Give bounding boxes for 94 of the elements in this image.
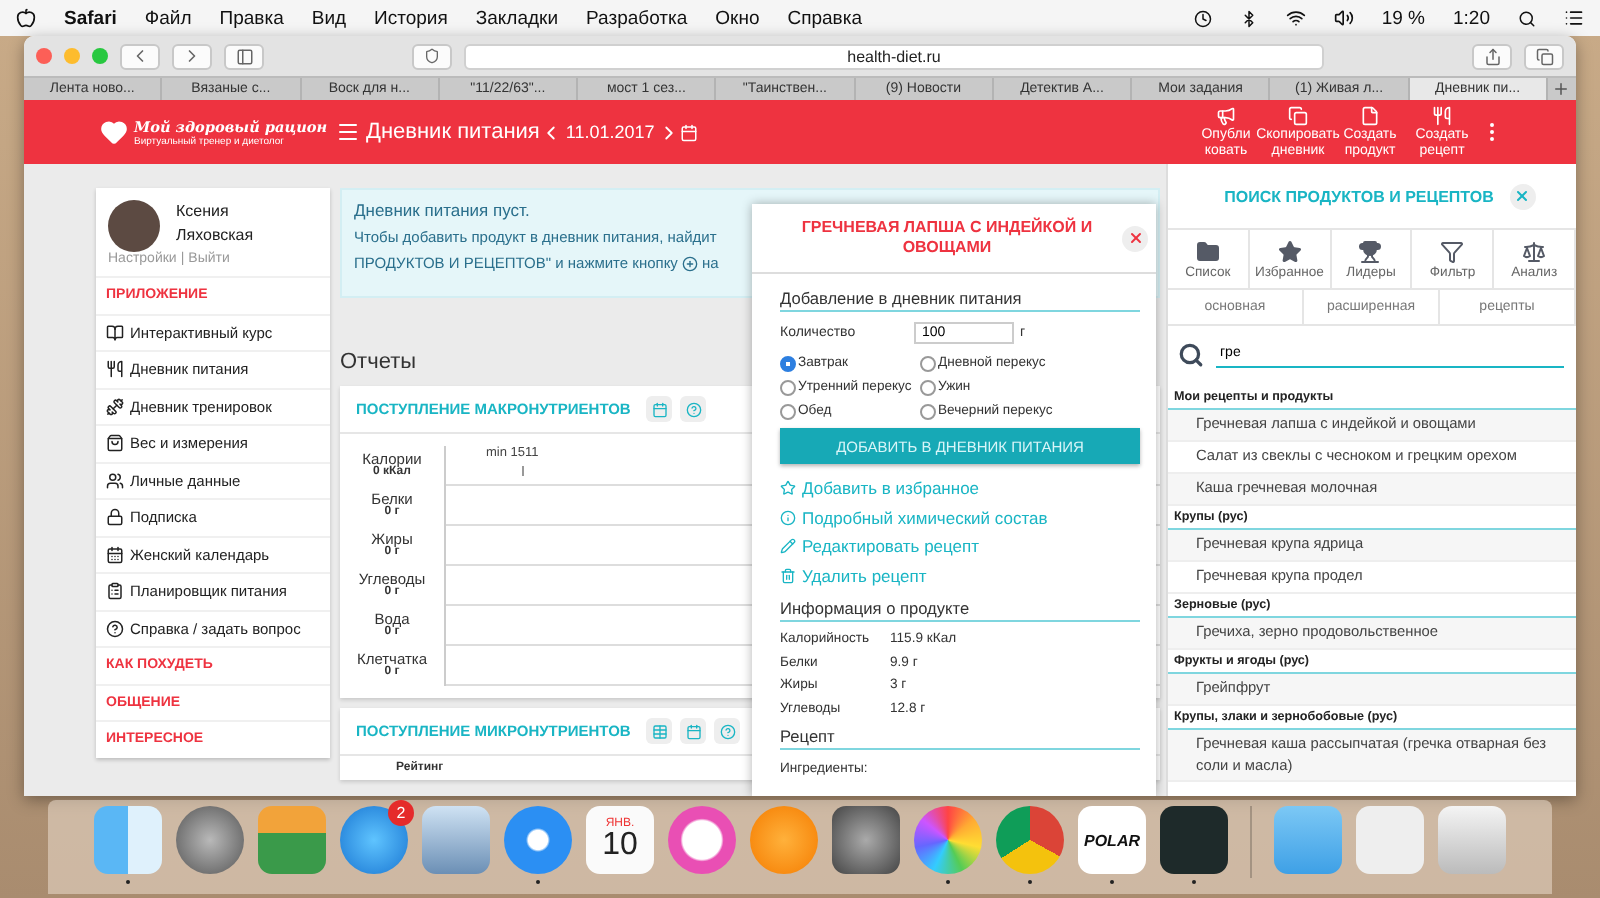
avatar-placeholder bbox=[108, 200, 160, 252]
menu-item[interactable]: Файл bbox=[144, 7, 192, 29]
wifi-icon[interactable] bbox=[1285, 8, 1306, 28]
section-title: Добавление в дневник питания bbox=[780, 288, 1140, 312]
radio-icon[interactable] bbox=[920, 403, 936, 419]
zoom-icon[interactable] bbox=[92, 48, 108, 64]
radio-icon[interactable] bbox=[780, 355, 796, 371]
search-icon[interactable] bbox=[1518, 9, 1536, 27]
radio-icon[interactable] bbox=[920, 355, 936, 371]
section-heading: Отчеты bbox=[340, 350, 417, 374]
sidebar-button[interactable] bbox=[224, 43, 264, 69]
tabs-button[interactable] bbox=[1524, 43, 1564, 69]
forward-button[interactable] bbox=[172, 43, 212, 69]
section-title: Информация о продукте bbox=[780, 598, 1140, 622]
calendar-icon bbox=[685, 723, 702, 739]
menu-item[interactable]: Разработка bbox=[586, 7, 688, 29]
star-icon bbox=[1277, 239, 1302, 263]
page-title: Дневник питания bbox=[366, 120, 540, 144]
radio-icon[interactable] bbox=[780, 403, 796, 419]
menu-item[interactable]: Вид bbox=[311, 7, 347, 29]
address-field[interactable]: health-diet.ru bbox=[464, 43, 1324, 69]
table-icon bbox=[651, 723, 668, 739]
help-icon bbox=[719, 723, 736, 739]
shield-icon bbox=[424, 48, 440, 64]
table-button[interactable] bbox=[646, 718, 673, 744]
trophy-icon bbox=[1358, 239, 1383, 263]
people-icon bbox=[106, 471, 124, 490]
info-icon bbox=[780, 509, 796, 526]
pencil-icon bbox=[780, 538, 796, 555]
fork-knife-icon bbox=[106, 360, 124, 379]
lock-icon bbox=[106, 508, 124, 527]
document-icon bbox=[1360, 106, 1380, 127]
back-button[interactable] bbox=[120, 43, 160, 69]
help-button[interactable] bbox=[680, 396, 707, 422]
user-name: Ксения Ляховская bbox=[176, 200, 256, 248]
scale-icon bbox=[1522, 239, 1547, 263]
list-icon[interactable] bbox=[1564, 8, 1584, 28]
close-icon[interactable] bbox=[36, 48, 52, 64]
menu-item[interactable]: Закладки bbox=[475, 7, 559, 29]
help-icon bbox=[106, 619, 124, 638]
menu-item[interactable]: Окно bbox=[715, 7, 760, 29]
day-number: 10 bbox=[602, 830, 638, 862]
panel-title: ПОИСК ПРОДУКТОВ И РЕЦЕПТОВ bbox=[1224, 187, 1494, 205]
battery-percent: 19 % bbox=[1381, 7, 1425, 29]
date-label: 11.01.2017 bbox=[565, 122, 655, 142]
share-button[interactable] bbox=[1472, 43, 1512, 69]
popup-title: ГРЕЧНЕВАЯ ЛАПША С ИНДЕЙКОЙ И ОВОЩАМИ bbox=[799, 218, 1095, 258]
close-icon bbox=[1127, 230, 1143, 246]
megaphone-icon bbox=[1216, 106, 1236, 127]
notification-badge: 2 bbox=[388, 800, 414, 826]
search-icon bbox=[1178, 341, 1204, 367]
copy-icon bbox=[1288, 106, 1308, 127]
heart-logo-icon bbox=[100, 118, 128, 146]
plus-icon bbox=[1552, 80, 1571, 98]
close-button[interactable] bbox=[1509, 183, 1536, 209]
help-button[interactable] bbox=[714, 718, 741, 744]
menu-item[interactable]: Safari bbox=[64, 7, 117, 29]
logo-tile-icon[interactable]: POLAR bbox=[1078, 806, 1146, 874]
share-icon bbox=[1483, 47, 1501, 65]
bag-icon bbox=[106, 434, 124, 453]
close-icon bbox=[1514, 188, 1531, 204]
clock-icon[interactable] bbox=[1193, 9, 1212, 27]
calendar-button[interactable] bbox=[646, 396, 673, 422]
star-icon bbox=[780, 480, 796, 497]
privacy-button[interactable] bbox=[412, 43, 452, 69]
menu-item[interactable]: Справка bbox=[787, 7, 863, 29]
section-title: Рецепт bbox=[780, 726, 1140, 750]
clock-time: 1:20 bbox=[1453, 7, 1490, 29]
menu-item[interactable]: Правка bbox=[219, 7, 284, 29]
menu-icon[interactable] bbox=[336, 120, 360, 144]
tabs-icon bbox=[1535, 47, 1553, 65]
dumbbell-icon bbox=[106, 397, 124, 416]
calendar-icon[interactable] bbox=[680, 123, 699, 141]
calendar-icon bbox=[106, 545, 124, 564]
close-button[interactable] bbox=[1122, 225, 1148, 251]
fork-knife-icon bbox=[1432, 106, 1452, 127]
speaker-icon[interactable] bbox=[1333, 8, 1354, 28]
calendar-button[interactable] bbox=[680, 718, 707, 744]
clipboard-icon bbox=[106, 582, 124, 601]
bluetooth-icon[interactable] bbox=[1239, 9, 1258, 27]
browser-circle-icon[interactable] bbox=[996, 806, 1064, 874]
help-icon bbox=[685, 401, 702, 417]
sidebar-icon bbox=[235, 47, 253, 65]
flower-icon[interactable] bbox=[914, 806, 982, 874]
logo-text: POLAR bbox=[1084, 831, 1140, 849]
filter-icon bbox=[1440, 239, 1465, 263]
radio-icon[interactable] bbox=[780, 379, 796, 395]
plus-circle-icon bbox=[681, 255, 698, 271]
app-store-icon[interactable]: 2 bbox=[340, 806, 408, 874]
radio-icon[interactable] bbox=[920, 379, 936, 395]
apple-icon[interactable] bbox=[16, 8, 36, 28]
menu-item[interactable]: История bbox=[374, 7, 448, 29]
notice-title: Дневник питания пуст. bbox=[354, 200, 530, 220]
calendar-icon bbox=[651, 401, 668, 417]
